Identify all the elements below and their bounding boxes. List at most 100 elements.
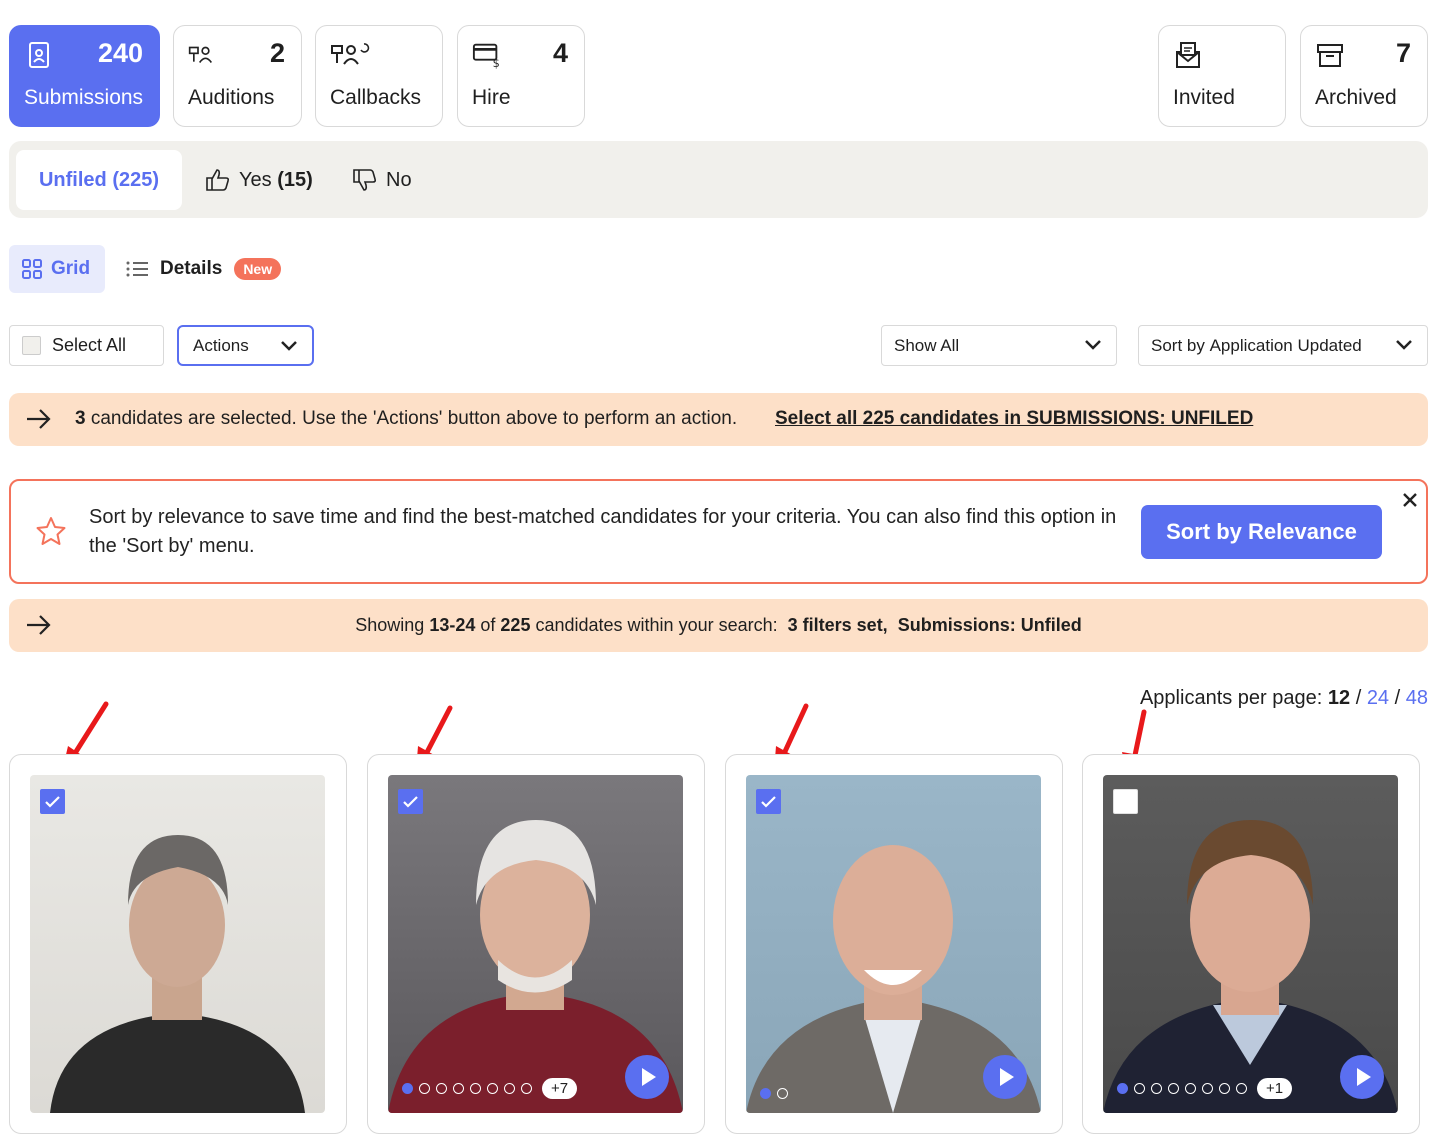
carousel-dot[interactable] [1236, 1083, 1247, 1094]
tab-yes[interactable]: Yes (15) [205, 150, 313, 210]
svg-text:$: $ [493, 57, 500, 70]
play-video-button[interactable] [983, 1055, 1027, 1099]
submissions-icon [29, 42, 49, 68]
stage-tab-archived[interactable]: 7 Archived [1300, 25, 1428, 127]
actions-dropdown[interactable]: Actions [177, 325, 314, 366]
carousel-dot[interactable] [487, 1083, 498, 1094]
list-icon [126, 261, 148, 277]
per-page-sep: / [1355, 687, 1362, 709]
actions-label: Actions [193, 335, 249, 355]
carousel-dot[interactable] [1151, 1083, 1162, 1094]
chevron-down-icon [1085, 340, 1101, 350]
tab-no[interactable]: No [352, 150, 412, 210]
carousel-dot[interactable] [1202, 1083, 1213, 1094]
candidate-checkbox[interactable] [40, 789, 65, 814]
arrow-right-icon [27, 615, 51, 635]
callbacks-icon [331, 43, 370, 65]
candidate-card[interactable]: +1 [1082, 754, 1420, 1134]
results-text: Showing 13-24 of 225 candidates within y… [355, 615, 1081, 636]
grid-view-button[interactable]: Grid [9, 245, 105, 293]
filter-bar: Unfiled (225) Yes (15) No [9, 141, 1428, 218]
tab-unfiled-label: Unfiled (225) [38, 168, 160, 191]
results-suffix: candidates within your search: [535, 615, 778, 635]
stage-tab-hire[interactable]: $ 4 Hire [457, 25, 585, 127]
more-photos-badge[interactable]: +7 [542, 1078, 578, 1099]
chevron-down-icon [281, 341, 297, 351]
details-view-button[interactable]: Details New [125, 245, 282, 293]
stage-tab-submissions[interactable]: 240 Submissions [9, 25, 160, 127]
select-all-candidates-link[interactable]: Select all 225 candidates in SUBMISSIONS… [775, 408, 1253, 430]
candidate-photo[interactable]: +7 [388, 775, 683, 1113]
sort-dropdown[interactable]: Sort by Application Updated [1138, 325, 1428, 366]
photo-carousel-dots[interactable] [760, 1088, 788, 1099]
close-icon[interactable] [1401, 491, 1419, 509]
play-video-button[interactable] [1340, 1055, 1384, 1099]
tab-no-label: No [386, 168, 412, 191]
photo-carousel-dots[interactable]: +7 [402, 1078, 578, 1099]
carousel-dot[interactable] [1185, 1083, 1196, 1094]
candidate-card[interactable]: +7 [367, 754, 705, 1134]
selection-count: 3 [75, 408, 86, 429]
stage-label: Archived [1315, 86, 1397, 109]
photo-carousel-dots[interactable]: +1 [1117, 1078, 1293, 1099]
carousel-dot[interactable] [1168, 1083, 1179, 1094]
carousel-dot[interactable] [453, 1083, 464, 1094]
candidate-checkbox[interactable] [1113, 789, 1138, 814]
carousel-dot[interactable] [760, 1088, 771, 1099]
stage-tab-auditions[interactable]: 2 Auditions [173, 25, 302, 127]
candidate-card[interactable] [9, 754, 347, 1134]
candidate-photo[interactable] [30, 775, 325, 1113]
candidate-checkbox[interactable] [756, 789, 781, 814]
thumbs-down-icon [353, 169, 377, 191]
results-banner: Showing 13-24 of 225 candidates within y… [9, 599, 1428, 652]
selection-text-wrap: 3 candidates are selected. Use the 'Acti… [75, 408, 737, 430]
results-total: 225 [500, 615, 531, 635]
stage-label: Callbacks [330, 86, 422, 109]
show-filter-dropdown[interactable]: Show All [881, 325, 1117, 366]
carousel-dot[interactable] [1134, 1083, 1145, 1094]
show-filter-label: Show All [894, 335, 960, 355]
results-filters: 3 filters set, [787, 615, 888, 635]
sort-by-relevance-button[interactable]: Sort by Relevance [1141, 505, 1382, 559]
play-video-button[interactable] [625, 1055, 669, 1099]
select-all-box [22, 336, 41, 355]
stage-count: 240 [97, 38, 143, 68]
tab-unfiled[interactable]: Unfiled (225) [16, 150, 182, 210]
stage-count: 7 [1395, 38, 1411, 68]
results-range: 13-24 [429, 615, 476, 635]
carousel-dot[interactable] [504, 1083, 515, 1094]
stage-label: Hire [472, 86, 511, 109]
select-all-checkbox[interactable]: Select All [9, 325, 164, 366]
stage-tab-invited[interactable]: Invited [1158, 25, 1286, 127]
select-all-label: Select All [52, 335, 127, 355]
carousel-dot[interactable] [1117, 1083, 1128, 1094]
results-prefix: Showing [355, 615, 425, 635]
carousel-dot[interactable] [777, 1088, 788, 1099]
carousel-dot[interactable] [402, 1083, 413, 1094]
selection-banner: 3 candidates are selected. Use the 'Acti… [9, 393, 1428, 446]
carousel-dot[interactable] [470, 1083, 481, 1094]
candidate-photo[interactable]: +1 [1103, 775, 1398, 1113]
carousel-dot[interactable] [419, 1083, 430, 1094]
archive-icon [1317, 44, 1343, 67]
stage-count: 4 [552, 38, 568, 68]
stage-label: Submissions [24, 86, 144, 109]
grid-icon [22, 259, 42, 279]
sort-value: Application Updated [1209, 335, 1362, 355]
candidate-checkbox[interactable] [398, 789, 423, 814]
per-page-48[interactable]: 48 [1406, 687, 1428, 709]
carousel-dot[interactable] [1219, 1083, 1230, 1094]
new-badge: New [234, 258, 282, 280]
stage-label: Invited [1173, 86, 1235, 109]
candidate-portrait [50, 835, 305, 1113]
candidate-photo[interactable] [746, 775, 1041, 1113]
stage-tab-callbacks[interactable]: Callbacks [315, 25, 443, 127]
carousel-dot[interactable] [436, 1083, 447, 1094]
carousel-dot[interactable] [521, 1083, 532, 1094]
per-page-24[interactable]: 24 [1367, 687, 1389, 709]
stage-count: 2 [269, 38, 285, 68]
candidate-card[interactable] [725, 754, 1063, 1134]
details-label: Details [160, 258, 223, 279]
arrow-right-icon [27, 409, 51, 429]
more-photos-badge[interactable]: +1 [1257, 1078, 1293, 1099]
